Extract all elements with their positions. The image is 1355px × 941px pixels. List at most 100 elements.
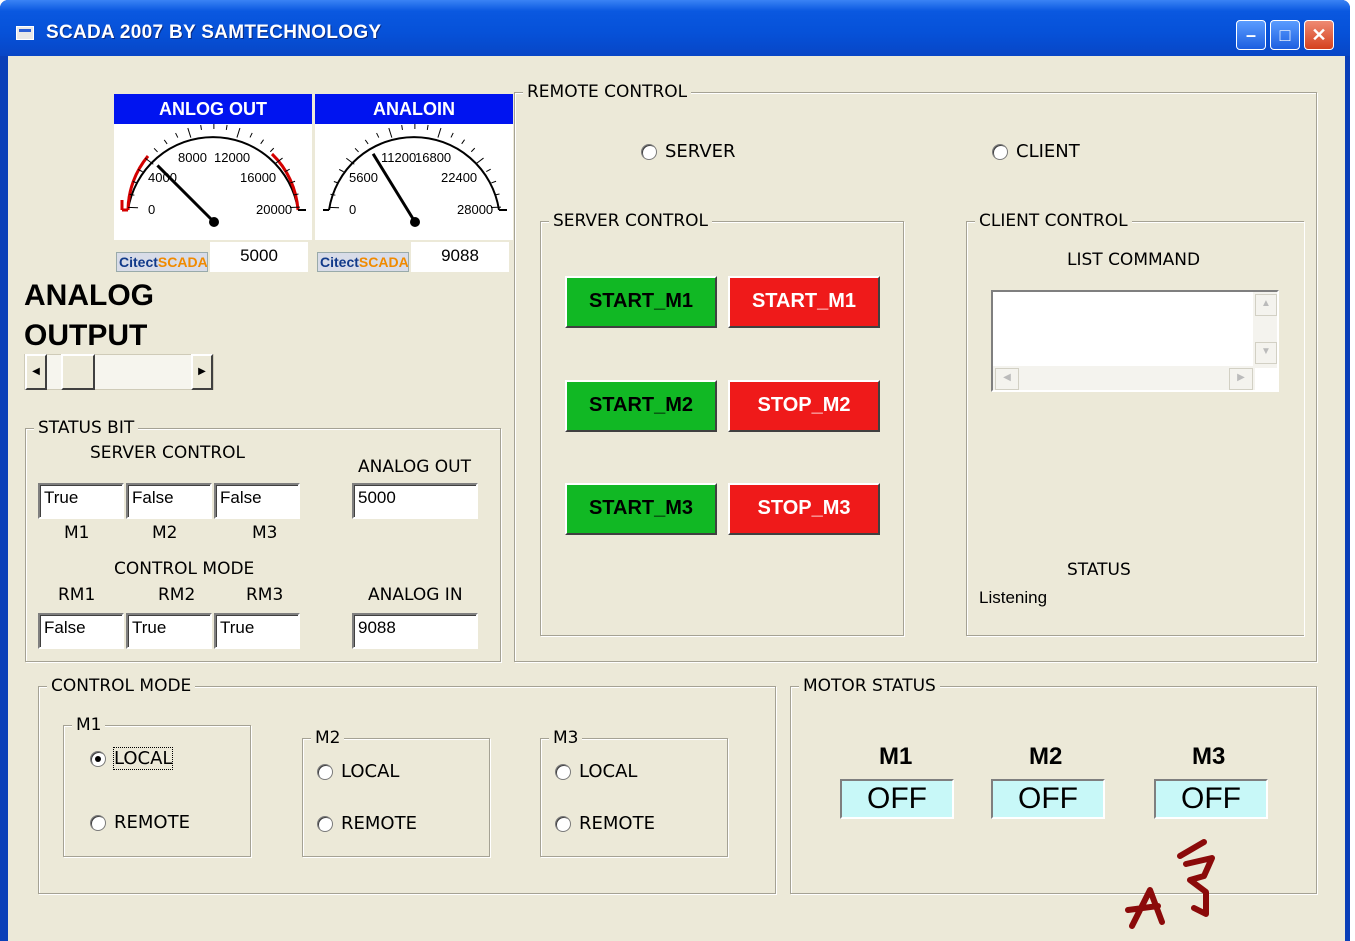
gauge-footer: CitectSCADA 5000 — [114, 240, 312, 274]
gauge-tick-22400: 22400 — [441, 170, 477, 185]
slider-thumb[interactable] — [61, 354, 95, 390]
m2-mode-legend: M2 — [311, 728, 345, 748]
gauge-tick-mark — [249, 132, 253, 138]
start-m1-button[interactable]: START_M1 — [565, 276, 717, 328]
motor-status-m3-label: M3 — [1192, 743, 1226, 770]
m2-remote-radio[interactable]: REMOTE — [317, 813, 417, 834]
list-command-label: LIST COMMAND — [1067, 250, 1201, 270]
server-control-group: SERVER CONTROL START_M1 START_M1 START_M… — [540, 211, 904, 636]
server-radio[interactable]: SERVER — [641, 141, 736, 162]
radio-dot[interactable] — [555, 763, 571, 780]
gauge-tick-mark — [330, 193, 336, 196]
status-bit-group: STATUS BIT SERVER CONTROL True False Fal… — [25, 418, 501, 662]
app-window: SCADA 2007 BY SAMTECHNOLOGY – □ ✕ ANLOG … — [0, 0, 1350, 941]
client-radio[interactable]: CLIENT — [992, 141, 1080, 162]
status-m2-field[interactable]: False — [126, 483, 212, 519]
gauge-tick-mark — [200, 124, 202, 131]
citect-logo: CitectSCADA — [317, 252, 409, 272]
gauge-tick-mark — [475, 157, 484, 165]
gauge-title: ANALOIN — [315, 94, 513, 124]
scroll-right-arrow[interactable]: ▶ — [1229, 368, 1253, 390]
gauge-tick-0: 0 — [349, 202, 356, 217]
analog-output-heading: ANALOG OUTPUT — [24, 276, 154, 356]
rm2-field[interactable]: True — [126, 613, 212, 649]
analog-out-gauge: ANLOG OUT 0 4000 8000 12000 16000 20000 … — [114, 94, 312, 274]
analog-in-field[interactable]: 9088 — [352, 613, 478, 649]
gauge-tick-mark — [388, 127, 393, 138]
motor-status-group: MOTOR STATUS M1 OFF M2 OFF M3 OFF — [790, 676, 1317, 894]
stop-m2-button[interactable]: STOP_M2 — [728, 380, 880, 432]
gauge-value: 5000 — [210, 242, 308, 272]
gauge-tick-mark — [354, 147, 359, 153]
start-m3-button[interactable]: START_M3 — [565, 483, 717, 535]
citect-logo: CitectSCADA — [116, 252, 208, 272]
rm1-field[interactable]: False — [38, 613, 124, 649]
stop-m1-button[interactable]: START_M1 — [728, 276, 880, 328]
title-bar[interactable]: SCADA 2007 BY SAMTECHNOLOGY – □ ✕ — [0, 0, 1350, 56]
radio-dot[interactable] — [317, 815, 333, 832]
gauge-tick-mark — [175, 132, 179, 138]
m1-remote-radio[interactable]: REMOTE — [90, 812, 190, 833]
analog-output-slider[interactable]: ◀ ▶ — [24, 354, 214, 390]
m2-remote-label: REMOTE — [341, 813, 417, 834]
scroll-up-arrow[interactable]: ▲ — [1255, 294, 1277, 316]
motor-label-m3: M3 — [252, 523, 278, 543]
app-icon — [16, 26, 34, 40]
list-horizontal-scrollbar[interactable]: ◀ ▶ — [993, 366, 1255, 390]
m3-local-label: LOCAL — [579, 761, 638, 782]
gauge-tick-mark — [437, 127, 442, 138]
slider-left-arrow[interactable]: ◀ — [25, 354, 47, 390]
rm3-field[interactable]: True — [214, 613, 300, 649]
maximize-button[interactable]: □ — [1270, 20, 1300, 50]
stop-m3-button[interactable]: STOP_M3 — [728, 483, 880, 535]
gauge-tick-mark — [376, 132, 380, 138]
gauge-title: ANLOG OUT — [114, 94, 312, 124]
m3-local-radio[interactable]: LOCAL — [555, 761, 637, 782]
start-m2-button[interactable]: START_M2 — [565, 380, 717, 432]
list-vertical-scrollbar[interactable]: ▲ ▼ — [1253, 292, 1277, 368]
gauge-tick-mark — [187, 127, 192, 138]
radio-dot[interactable] — [317, 763, 333, 780]
status-m3-field[interactable]: False — [214, 483, 300, 519]
gauge-tick-mark — [364, 139, 369, 145]
analog-out-field[interactable]: 5000 — [352, 483, 478, 519]
gauge-tick-mark — [401, 124, 403, 131]
rm2-label: RM2 — [158, 585, 196, 605]
gauge-tick-mark — [163, 139, 168, 145]
m3-remote-radio[interactable]: REMOTE — [555, 813, 655, 834]
scroll-left-arrow[interactable]: ◀ — [995, 368, 1019, 390]
list-command-box[interactable]: ▲ ▼ ◀ ▶ — [991, 290, 1279, 392]
scroll-down-arrow[interactable]: ▼ — [1255, 342, 1277, 364]
status-value: Listening — [979, 588, 1048, 607]
gauge-tick-mark — [269, 147, 275, 153]
minimize-button[interactable]: – — [1236, 20, 1266, 50]
radio-dot[interactable] — [90, 814, 106, 831]
m1-local-radio[interactable]: LOCAL — [90, 747, 174, 770]
status-m1-field[interactable]: True — [38, 483, 124, 519]
gauge-tick-11200: 11200 — [381, 150, 416, 165]
control-mode-label: CONTROL MODE — [114, 559, 255, 579]
gauge-tick-28000: 28000 — [457, 202, 493, 217]
motor-label-m1: M1 — [64, 523, 90, 543]
gauge-tick-mark — [236, 127, 241, 138]
gauge-tick-mark — [338, 168, 344, 173]
gauge-tick-5600: 5600 — [349, 170, 378, 185]
radio-dot[interactable] — [992, 143, 1008, 160]
motor-status-m2-value: OFF — [991, 779, 1105, 819]
server-control-legend: SERVER CONTROL — [549, 211, 713, 231]
radio-dot[interactable] — [555, 815, 571, 832]
radio-dot[interactable] — [641, 143, 657, 160]
m3-mode-group: M3 LOCAL REMOTE — [540, 728, 728, 857]
radio-dot[interactable] — [90, 750, 106, 767]
m2-mode-group: M2 LOCAL REMOTE — [302, 728, 490, 857]
status-label: STATUS — [1067, 560, 1131, 580]
gauge-tick-12000: 12000 — [214, 150, 250, 165]
m2-local-radio[interactable]: LOCAL — [317, 761, 399, 782]
gauge-tick-mark — [470, 147, 476, 153]
m1-remote-label: REMOTE — [114, 812, 190, 833]
m3-mode-legend: M3 — [549, 728, 583, 748]
remote-control-group: REMOTE CONTROL SERVER CLIENT SERVER CONT… — [514, 82, 1317, 662]
close-button[interactable]: ✕ — [1304, 20, 1334, 50]
motor-status-m2-label: M2 — [1029, 743, 1063, 770]
slider-right-arrow[interactable]: ▶ — [191, 354, 213, 390]
